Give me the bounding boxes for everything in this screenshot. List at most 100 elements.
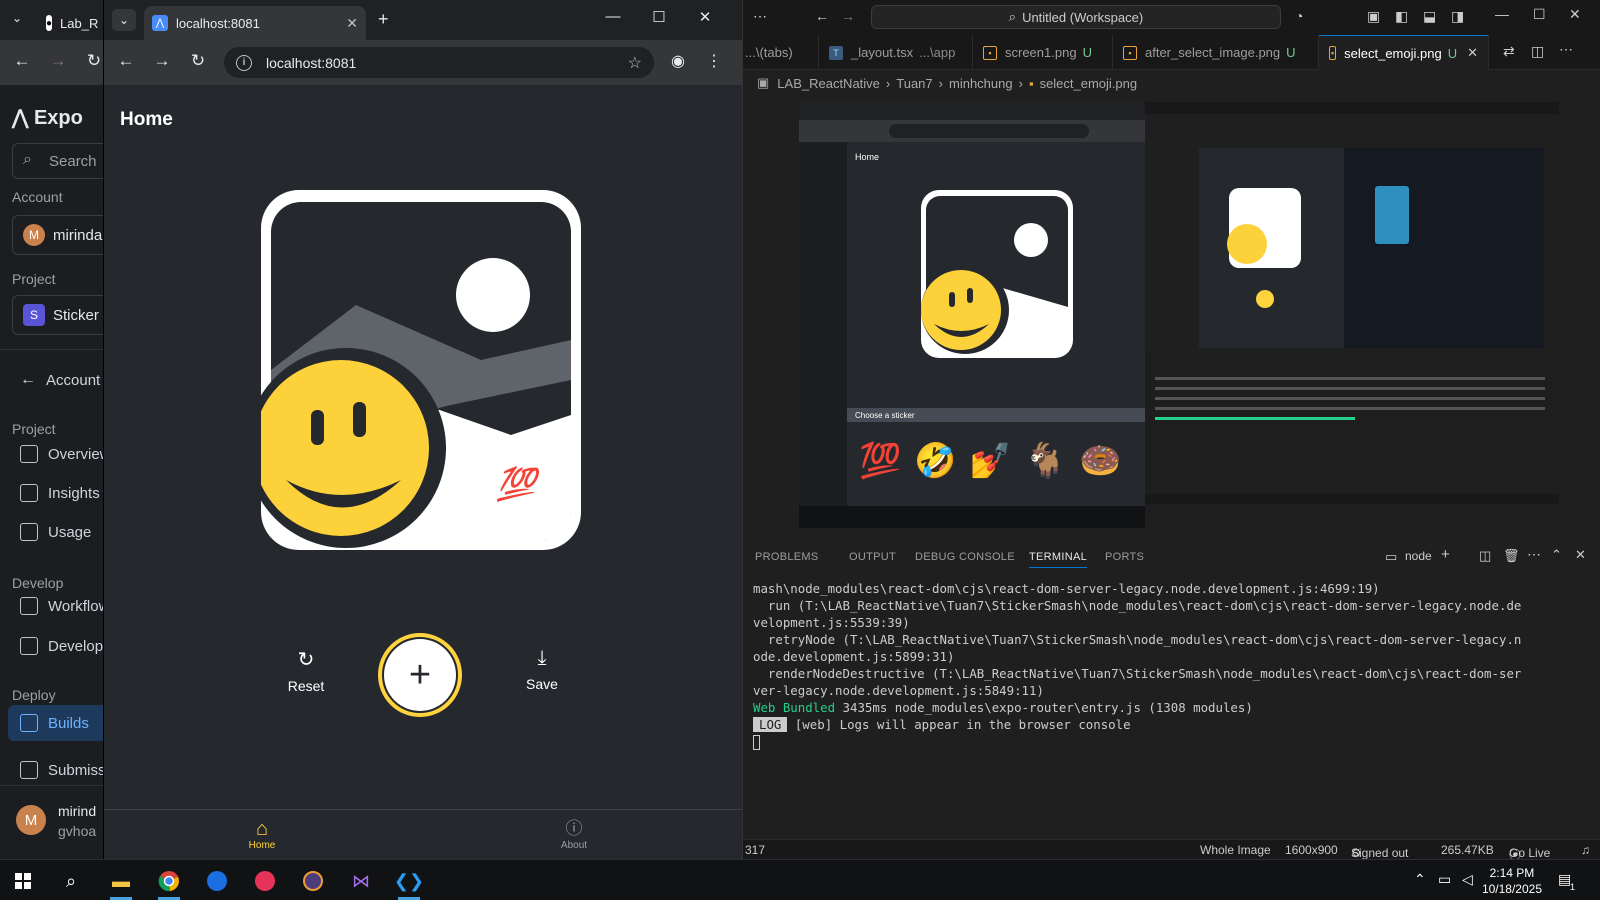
add-sticker-button[interactable]: +	[378, 633, 462, 717]
layout-icon[interactable]: ▣	[1367, 8, 1380, 25]
terminal-line: ver-legacy.node.development.js:5849:11)	[753, 683, 1044, 698]
back-tab[interactable]: ● Lab_R	[38, 6, 104, 40]
breadcrumb-item[interactable]: select_emoji.png	[1040, 76, 1138, 91]
file-explorer-icon[interactable]: ▬	[102, 866, 140, 900]
terminal-line-log: LOG [web] Logs will appear in the browse…	[753, 716, 1593, 733]
sidebar-item-insights[interactable]: Insights	[20, 484, 100, 502]
forward-arrow-icon[interactable]: →	[46, 51, 70, 71]
expo-search-input[interactable]: ⌕ Search	[12, 143, 112, 179]
site-info-icon[interactable]: i	[236, 54, 252, 71]
status-zoom[interactable]: Whole Image	[1200, 843, 1271, 857]
split-terminal-icon[interactable]: ◫	[1479, 548, 1491, 564]
command-center[interactable]: ⌕ Untitled (Workspace)	[871, 5, 1281, 29]
new-terminal-icon[interactable]: +	[1441, 546, 1450, 563]
preview-inner-add	[1256, 290, 1274, 308]
nav-back-icon[interactable]: ←	[815, 8, 829, 24]
back-arrow-icon[interactable]: ←	[114, 51, 138, 71]
tab-label: _layout.tsx	[851, 45, 914, 60]
app-icon[interactable]	[198, 866, 236, 896]
tab-tabs-folder[interactable]: ...\(tabs)	[735, 35, 819, 70]
address-bar[interactable]: i localhost:8081 ☆	[224, 47, 654, 78]
tab-debug-console[interactable]: DEBUG CONSOLE	[915, 551, 1015, 563]
open-changes-icon[interactable]: ⇄	[1503, 43, 1515, 60]
tab-output[interactable]: OUTPUT	[849, 551, 896, 563]
sidebar-item-usage[interactable]: Usage	[20, 523, 91, 541]
more-menu-icon[interactable]: ⋯	[753, 8, 767, 25]
sidebar-item-overview[interactable]: Overview	[20, 445, 111, 463]
maximize-icon[interactable]: ☐	[644, 8, 674, 26]
sidebar-item-back-account[interactable]: ← Account	[20, 371, 100, 389]
taskbar-clock[interactable]: 2:14 PM 10/18/2025	[1482, 865, 1542, 897]
close-tab-icon[interactable]: ✕	[346, 15, 358, 32]
tab-select-emoji-png[interactable]: ▪ select_emoji.png U ✕	[1319, 35, 1489, 70]
minimize-icon[interactable]: —	[598, 8, 628, 25]
toggle-panel-icon[interactable]: ⬓	[1423, 8, 1436, 25]
tab-home[interactable]: ⌂ Home	[222, 818, 302, 851]
nav-forward-icon[interactable]: →	[841, 8, 855, 24]
copilot-icon[interactable]: ◔	[1295, 8, 1303, 24]
tab-screen1-png[interactable]: ▪ screen1.png U	[973, 35, 1113, 70]
profile-icon[interactable]: ◉	[666, 51, 690, 71]
project-nav-label: Project	[12, 421, 56, 437]
sidebar-item-builds[interactable]: Builds	[8, 705, 103, 741]
tab-terminal[interactable]: TERMINAL	[1029, 551, 1088, 568]
maximize-panel-icon[interactable]: ⌃	[1551, 547, 1562, 563]
new-tab-icon[interactable]: +	[378, 9, 389, 30]
volume-icon[interactable]: ◁	[1462, 871, 1473, 888]
user-sub: gvhoa	[58, 823, 97, 839]
more-actions-icon[interactable]: ⋯	[1527, 546, 1541, 563]
deploy-section-label: Deploy	[12, 687, 56, 703]
breadcrumb: ▣ LAB_ReactNative › Tuan7 › minhchung › ▪ s…	[757, 72, 1137, 94]
maximize-icon[interactable]: ☐	[1533, 6, 1546, 23]
project-selector[interactable]: S Sticker	[12, 295, 112, 335]
windows-start-icon[interactable]	[4, 866, 42, 896]
close-panel-icon[interactable]: ✕	[1575, 547, 1586, 563]
save-button[interactable]: ⤓ Save	[512, 647, 572, 692]
reset-button[interactable]: ↻ Reset	[276, 647, 336, 694]
more-actions-icon[interactable]: ⋯	[1559, 41, 1573, 58]
tab-search-chevron-icon[interactable]: ⌄	[112, 9, 136, 31]
close-tab-icon[interactable]: ✕	[1467, 45, 1478, 61]
breadcrumb-item[interactable]: LAB_ReactNative	[777, 76, 880, 91]
app-icon[interactable]	[246, 866, 284, 896]
vscode-icon[interactable]: ❮❯	[390, 866, 428, 900]
close-window-icon[interactable]: ✕	[1569, 6, 1581, 23]
menu-kebab-icon[interactable]: ⋮	[702, 51, 726, 71]
notifications-bell-icon[interactable]: ♫	[1581, 843, 1590, 857]
minimize-icon[interactable]: —	[1495, 6, 1509, 22]
tab-search-chevron-icon[interactable]: ⌄	[12, 11, 22, 25]
tray-chevron-icon[interactable]: ⌃	[1414, 871, 1426, 888]
split-editor-icon[interactable]: ◫	[1531, 43, 1544, 60]
user-avatar[interactable]: M	[16, 805, 46, 835]
breadcrumb-item[interactable]: Tuan7	[896, 76, 932, 91]
back-arrow-icon[interactable]: ←	[10, 51, 34, 71]
app-icon[interactable]	[294, 866, 332, 896]
toggle-secondary-icon[interactable]: ◨	[1451, 8, 1464, 25]
chrome-tabbar: ⌄ ⋀ localhost:8081 ✕ + — ☐ ✕	[104, 0, 743, 40]
bookmark-star-icon[interactable]: ☆	[628, 53, 642, 73]
terminal-name[interactable]: node	[1405, 549, 1432, 563]
toggle-sidebar-icon[interactable]: ◧	[1395, 8, 1408, 25]
tab-after-select-image-png[interactable]: ▪ after_select_image.png U	[1113, 35, 1319, 70]
terminal-output[interactable]: mash\node_modules\react-dom\cjs\react-do…	[753, 580, 1593, 750]
close-window-icon[interactable]: ✕	[690, 8, 720, 26]
tab-localhost[interactable]: ⋀ localhost:8081 ✕	[144, 6, 366, 40]
tab-ports[interactable]: PORTS	[1105, 551, 1144, 563]
tab-problems[interactable]: PROBLEMS	[755, 551, 819, 563]
search-icon[interactable]: ⌕	[52, 866, 90, 896]
preview-emoji: 💅	[969, 441, 1011, 481]
breadcrumb-item[interactable]: minhchung	[949, 76, 1013, 91]
tab-layout-tsx[interactable]: T _layout.tsx ...\app	[819, 35, 973, 70]
network-icon[interactable]: ▭	[1438, 871, 1451, 888]
chevron-right-icon: ›	[1018, 75, 1023, 91]
expo-logo[interactable]: ⋀ Expo	[12, 105, 83, 130]
trash-icon[interactable]: 🗑	[1503, 548, 1520, 564]
preview-emoji: 💯	[859, 441, 901, 481]
forward-arrow-icon[interactable]: →	[150, 51, 174, 71]
image-preview[interactable]: Home Choose a sticker 💯 🤣 💅 🐐 🍩	[799, 102, 1559, 528]
chrome-icon[interactable]	[150, 866, 188, 900]
account-selector[interactable]: M mirinda	[12, 215, 112, 255]
reload-icon[interactable]: ↻	[186, 51, 210, 71]
visual-studio-icon[interactable]: ⋈	[342, 866, 380, 896]
tab-about[interactable]: ⓘ About	[534, 818, 614, 851]
